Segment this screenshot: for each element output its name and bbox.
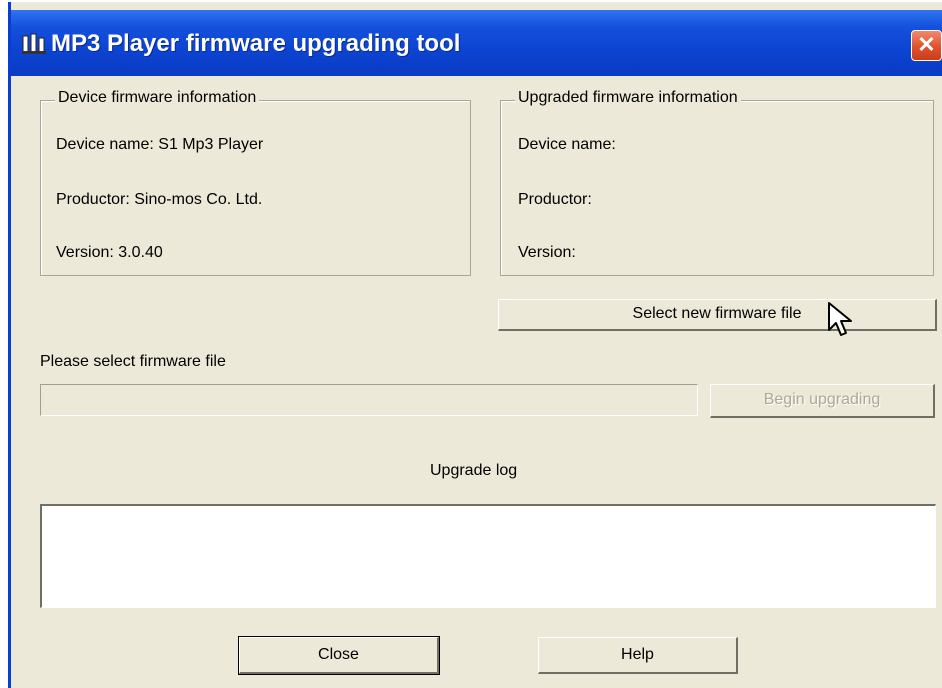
close-button-label: Close — [318, 646, 359, 663]
device-firmware-legend: Device firmware information — [55, 89, 260, 107]
upgraded-firmware-group: Upgraded firmware information Device nam… — [500, 89, 934, 276]
productor-label: Productor: Sino-mos Co. Ltd. — [56, 191, 263, 208]
title-bar[interactable]: MP3 Player firmware upgrading tool ✕ — [11, 10, 942, 76]
upgrade-log-label: Upgrade log — [430, 462, 518, 479]
close-icon: ✕ — [917, 32, 936, 57]
firmware-file-path-field[interactable] — [40, 384, 698, 416]
begin-upgrading-button[interactable]: Begin upgrading — [710, 384, 935, 418]
close-window-button[interactable]: ✕ — [911, 30, 942, 61]
help-button-label: Help — [621, 646, 654, 663]
device-name-label: Device name: S1 Mp3 Player — [56, 136, 264, 153]
upgrade-log-area[interactable] — [40, 504, 936, 608]
mouse-pointer-icon — [828, 302, 852, 336]
firmware-tool-window: MP3 Player firmware upgrading tool ✕ Dev… — [8, 2, 942, 688]
dialog-client-area: Device firmware information Device name:… — [11, 76, 942, 688]
upgraded-device-name-label: Device name: — [518, 136, 616, 153]
select-firmware-file-button[interactable]: Select new firmware file — [498, 299, 937, 331]
device-firmware-group: Device firmware information Device name:… — [40, 89, 471, 276]
mp3-app-icon — [22, 33, 46, 54]
select-firmware-file-label: Select new firmware file — [632, 305, 802, 322]
upgraded-firmware-legend: Upgraded firmware information — [515, 89, 741, 107]
upgraded-version-label: Version: — [518, 244, 576, 261]
window-title: MP3 Player firmware upgrading tool — [51, 30, 461, 57]
select-file-prompt: Please select firmware file — [40, 353, 226, 370]
help-button[interactable]: Help — [538, 637, 738, 674]
begin-upgrading-label: Begin upgrading — [763, 391, 881, 408]
version-label: Version: 3.0.40 — [56, 244, 163, 261]
upgraded-productor-label: Productor: — [518, 191, 592, 208]
close-button[interactable]: Close — [238, 636, 440, 675]
